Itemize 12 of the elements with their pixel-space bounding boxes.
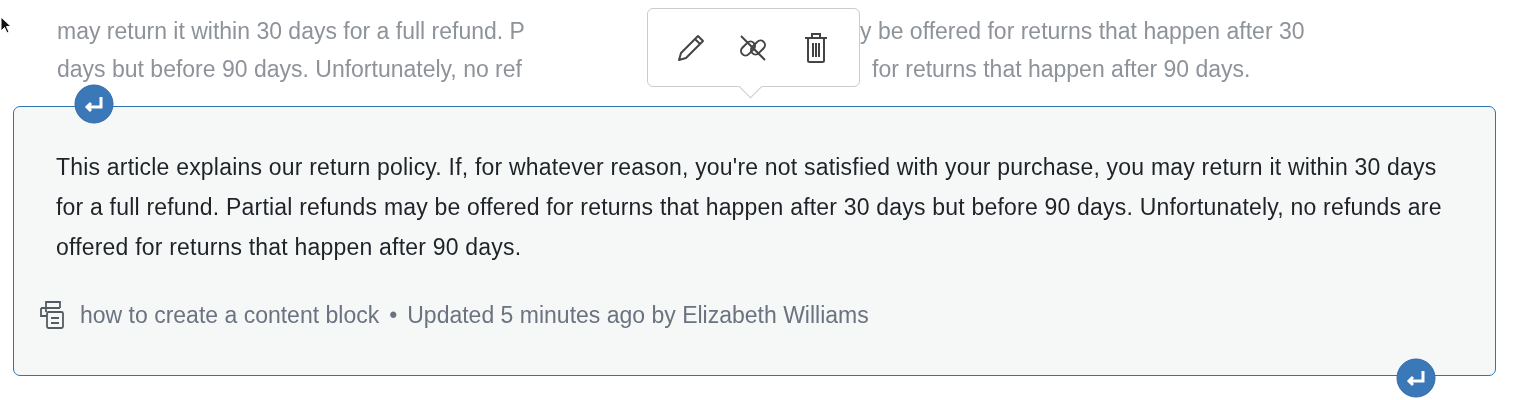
content-block[interactable] (13, 106, 1496, 376)
blurred-text: may return it within 30 days for a full refund. P (57, 17, 526, 45)
source-title: how to create a content block (80, 301, 380, 329)
article-text: This article explains our return policy. If, for whatever reason, you're not satisfied with your purchase, you may return it within 30 days for a full refund. Partial refunds may be offered for returns that happen after 30 days but before 90 days. Unfortunately, no refunds are offered for returns that happen after 90 days. (56, 153, 1443, 262)
blurred-text: y be offered for returns that happen after 30 (860, 17, 1305, 45)
return-icon[interactable] (74, 84, 114, 124)
separator: • (389, 301, 398, 329)
updated-text: Updated 5 minutes ago by Elizabeth Williams (407, 301, 869, 329)
blurred-text: days but before 90 days. Unfortunately, no ref (57, 55, 523, 83)
cursor-icon (0, 16, 12, 34)
blurred-text: for returns that happen after 90 days. (872, 55, 1251, 83)
return-icon[interactable] (1396, 358, 1436, 398)
